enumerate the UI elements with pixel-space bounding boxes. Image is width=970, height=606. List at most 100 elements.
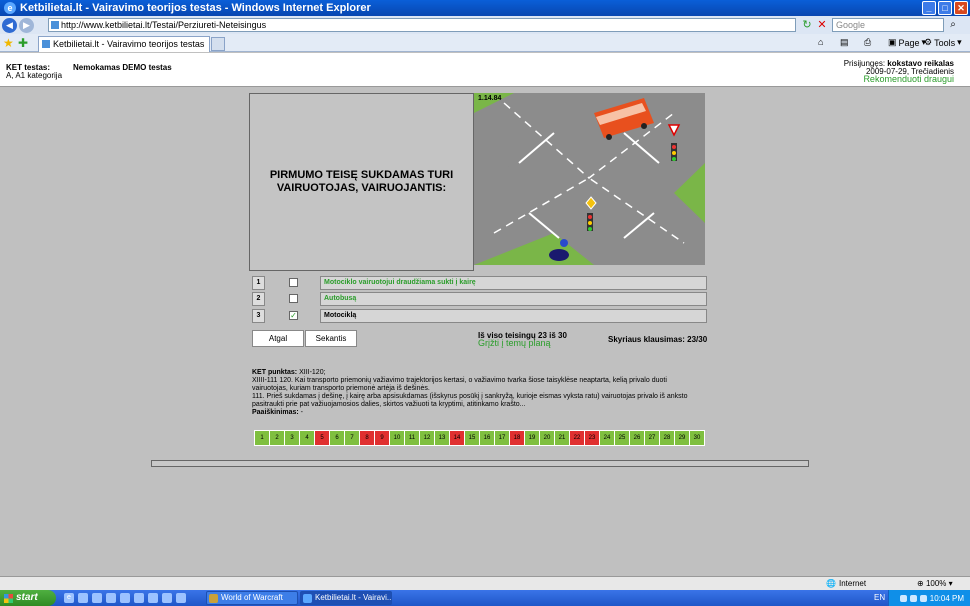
quicklaunch-game-icon[interactable] bbox=[148, 593, 158, 603]
tools-menu-label: Tools bbox=[934, 37, 956, 48]
window-titlebar: e Ketbilietai.lt - Vairavimo teorijos te… bbox=[0, 0, 970, 16]
security-zone: 🌐 Internet bbox=[826, 579, 866, 588]
answer-checkbox-2[interactable] bbox=[289, 294, 298, 303]
zoom-icon: ⊕ bbox=[917, 579, 924, 588]
question-number-4[interactable]: 4 bbox=[300, 431, 314, 445]
question-number-6[interactable]: 6 bbox=[330, 431, 344, 445]
question-number-19[interactable]: 19 bbox=[525, 431, 539, 445]
question-number-9[interactable]: 9 bbox=[375, 431, 389, 445]
question-number-13[interactable]: 13 bbox=[435, 431, 449, 445]
progress-bar bbox=[151, 460, 809, 467]
rule-paragraph-2: 111. Prieš sukdamas į dešinę, į kairę ar… bbox=[252, 393, 688, 408]
quicklaunch-music-icon[interactable] bbox=[176, 593, 186, 603]
add-favorite-icon[interactable]: ✚ bbox=[18, 36, 28, 50]
page-menu-label: Page bbox=[898, 37, 920, 48]
maximize-button[interactable]: □ bbox=[938, 1, 952, 15]
question-number-20[interactable]: 20 bbox=[540, 431, 554, 445]
feeds-icon[interactable]: ▤ bbox=[840, 37, 849, 48]
back-icon[interactable]: ◀ bbox=[2, 17, 17, 33]
home-icon[interactable]: ⌂ bbox=[818, 37, 823, 47]
tray-security-icon[interactable] bbox=[919, 594, 927, 602]
page-header: KET testas: A, A1 kategorija Nemokamas D… bbox=[0, 53, 970, 87]
answer-text-3[interactable]: Motociklą bbox=[320, 309, 707, 323]
tab-label: Ketbilietai.lt - Vairavimo teorijos test… bbox=[53, 39, 205, 49]
question-number-5[interactable]: 5 bbox=[315, 431, 329, 445]
task-ketbilietai[interactable]: Ketbilietai.lt - Vairavi... bbox=[300, 591, 392, 605]
rule-section: KET punktas: XIII-120; XIIII-111 120. Ka… bbox=[252, 369, 692, 417]
answer-checkbox-1[interactable] bbox=[289, 278, 298, 287]
question-number-25[interactable]: 25 bbox=[615, 431, 629, 445]
task-label: World of Warcraft bbox=[221, 593, 283, 602]
search-input[interactable]: Google bbox=[832, 18, 944, 32]
question-number-2[interactable]: 2 bbox=[270, 431, 284, 445]
clock: 10:04 PM bbox=[929, 593, 964, 603]
question-grid: 1 2 3 4 5 6 7 8 9 10 11 12 13 14 15 16 17 18 19 20 21 22 23 24 2… bbox=[254, 430, 705, 446]
start-button[interactable]: start bbox=[0, 590, 56, 606]
back-button[interactable]: Atgal bbox=[252, 330, 304, 347]
quicklaunch-folder-icon[interactable] bbox=[134, 593, 144, 603]
stop-icon[interactable]: ✕ bbox=[815, 18, 829, 32]
category-label: A, A1 kategorija bbox=[6, 71, 63, 80]
question-number-1[interactable]: 1 bbox=[255, 431, 269, 445]
quicklaunch-app-icon[interactable] bbox=[120, 593, 130, 603]
answer-row-3[interactable]: 3 ✓ Motociklą bbox=[252, 309, 707, 323]
answer-row-2[interactable]: 2 Autobusą bbox=[252, 292, 707, 306]
recommend-friend-link[interactable]: Rekomenduoti draugui bbox=[863, 74, 954, 84]
quicklaunch-ie-icon[interactable]: e bbox=[64, 593, 74, 603]
tray-network-icon[interactable] bbox=[899, 594, 907, 602]
question-number-8[interactable]: 8 bbox=[360, 431, 374, 445]
question-number-24[interactable]: 24 bbox=[600, 431, 614, 445]
system-tray: 10:04 PM bbox=[888, 590, 970, 606]
search-icon[interactable]: ⌕ bbox=[946, 18, 960, 32]
question-number-23[interactable]: 23 bbox=[585, 431, 599, 445]
question-number-18[interactable]: 18 bbox=[510, 431, 524, 445]
question-image bbox=[474, 93, 705, 265]
print-icon[interactable]: ⎙ bbox=[864, 37, 871, 48]
back-to-topics-link[interactable]: Grįžti į temų planą bbox=[478, 338, 551, 348]
answer-text-2[interactable]: Autobusą bbox=[320, 292, 707, 306]
url-input[interactable]: http://www.ketbilietai.lt/Testai/Perziur… bbox=[48, 18, 796, 32]
question-number-27[interactable]: 27 bbox=[645, 431, 659, 445]
next-button[interactable]: Sekantis bbox=[305, 330, 357, 347]
quicklaunch-desktop-icon[interactable] bbox=[78, 593, 88, 603]
question-number-15[interactable]: 15 bbox=[465, 431, 479, 445]
answer-row-1[interactable]: 1 Motociklo vairuotojui draudžiama sukti… bbox=[252, 276, 707, 290]
question-number-12[interactable]: 12 bbox=[420, 431, 434, 445]
question-number-14[interactable]: 14 bbox=[450, 431, 464, 445]
wow-icon bbox=[209, 594, 218, 603]
zoom-level[interactable]: ⊕ 100% ▾ bbox=[917, 579, 953, 588]
tab-ketbilietai[interactable]: Ketbilietai.lt - Vairavimo teorijos test… bbox=[38, 36, 210, 52]
task-world-of-warcraft[interactable]: World of Warcraft bbox=[206, 591, 298, 605]
tab-page-icon bbox=[42, 40, 50, 48]
language-indicator[interactable]: EN bbox=[874, 593, 885, 602]
question-number-26[interactable]: 26 bbox=[630, 431, 644, 445]
close-button[interactable]: ✕ bbox=[954, 1, 968, 15]
quicklaunch-media-icon[interactable] bbox=[92, 593, 102, 603]
quicklaunch-chat-icon[interactable] bbox=[162, 593, 172, 603]
page-menu[interactable]: ▣ Page ▾ bbox=[888, 37, 926, 48]
refresh-icon[interactable]: ↻ bbox=[800, 18, 814, 32]
tools-menu[interactable]: ⚙ Tools ▾ bbox=[924, 37, 962, 48]
new-tab-button[interactable] bbox=[211, 37, 225, 51]
rule-paragraph-1: XIIII-111 120. Kai transporto priemonių … bbox=[252, 377, 667, 392]
question-number-29[interactable]: 29 bbox=[675, 431, 689, 445]
question-number-22[interactable]: 22 bbox=[570, 431, 584, 445]
answer-checkbox-3[interactable]: ✓ bbox=[289, 311, 298, 320]
url-text: http://www.ketbilietai.lt/Testai/Perziur… bbox=[61, 20, 267, 30]
forward-icon[interactable]: ▶ bbox=[19, 17, 34, 33]
question-number-17[interactable]: 17 bbox=[495, 431, 509, 445]
minimize-button[interactable]: _ bbox=[922, 1, 936, 15]
question-number-3[interactable]: 3 bbox=[285, 431, 299, 445]
answer-text-1[interactable]: Motociklo vairuotojui draudžiama sukti į… bbox=[320, 276, 707, 290]
tray-volume-icon[interactable] bbox=[909, 594, 917, 602]
quicklaunch-mail-icon[interactable] bbox=[106, 593, 116, 603]
question-code: 1.14.84 bbox=[478, 95, 502, 102]
question-number-16[interactable]: 16 bbox=[480, 431, 494, 445]
question-number-7[interactable]: 7 bbox=[345, 431, 359, 445]
question-number-30[interactable]: 30 bbox=[690, 431, 704, 445]
favorites-star-icon[interactable]: ★ bbox=[3, 36, 14, 50]
question-number-28[interactable]: 28 bbox=[660, 431, 674, 445]
question-number-21[interactable]: 21 bbox=[555, 431, 569, 445]
question-number-10[interactable]: 10 bbox=[390, 431, 404, 445]
question-number-11[interactable]: 11 bbox=[405, 431, 419, 445]
